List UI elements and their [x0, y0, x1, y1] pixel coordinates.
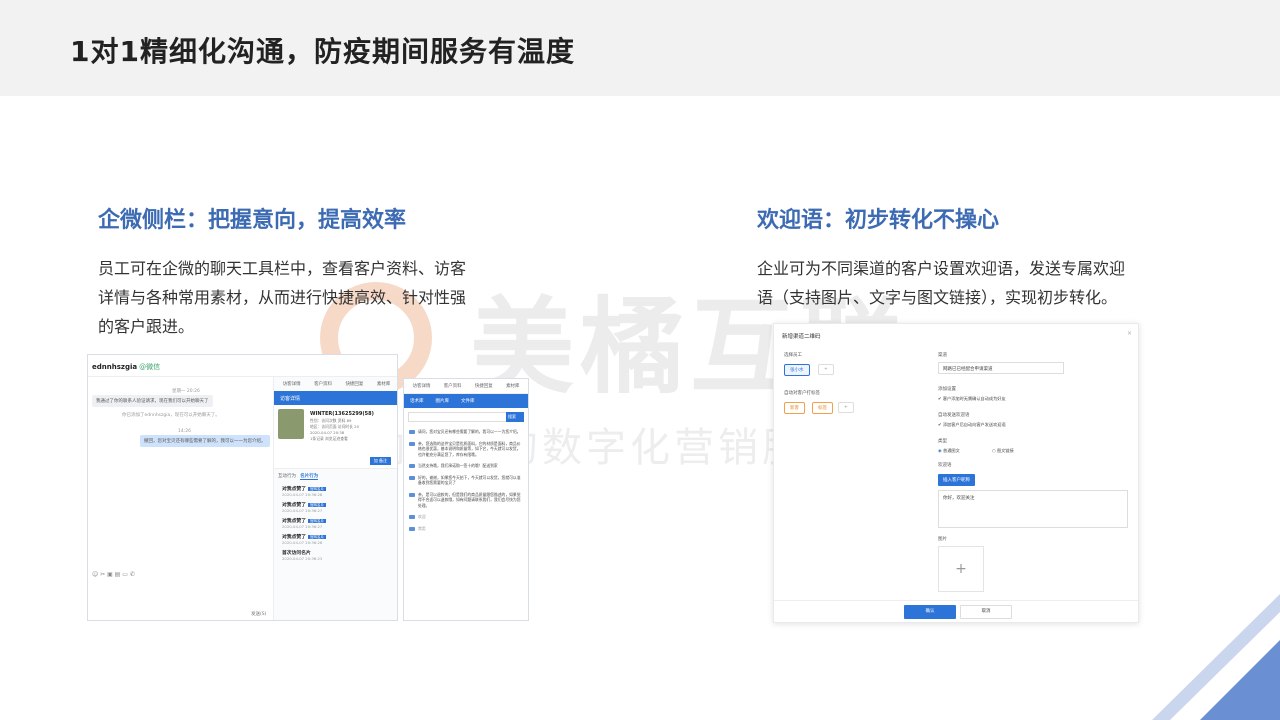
script-item[interactable]: 请问，您对宝贝还有哪些需要了解的，我可以一一为您介绍。	[404, 426, 528, 438]
sidebar-header: 访客详情	[274, 391, 397, 405]
tab-quick-reply[interactable]: 快捷回复	[345, 381, 363, 387]
timeline-item: 对我点赞了 官网名片 2020-04-07 20:36:28	[282, 487, 326, 497]
message-bubble: 我通过了你的联系人验证请求，现在我们可以开始聊天了	[92, 395, 213, 407]
timeline-item: 首次访问名片 2020-04-07 20:36:23	[282, 551, 323, 561]
title-bar: 1对1精细化沟通，防疫期间服务有温度	[0, 0, 1280, 96]
group-item[interactable]: 欢迎	[404, 511, 528, 523]
left-section-desc: 员工可在企微的聊天工具栏中，查看客户资料、访客 详情与各种常用素材，从而进行快捷…	[98, 254, 466, 341]
material-tabs: 访客详情 客户资料 快捷回复 素材库	[404, 379, 528, 394]
left-section-title: 企微侧栏：把握意向，提高效率	[98, 208, 407, 233]
material-subtabs: 话术库 图片库 文件库	[404, 394, 528, 408]
image-label: 图片	[938, 537, 947, 542]
conversation-area: 星期一 20:26 我通过了你的联系人验证请求，现在我们可以开始聊天了 你已添加…	[88, 377, 273, 577]
script-item[interactable]: 亲，是可以退款的，但是我们的商品质量跟您描述的，如果觉得不合适可以退款哦，如有问…	[404, 489, 528, 512]
timeline-item: 对我点赞了 官网名片 2020-04-07 20:36:26	[282, 535, 326, 545]
behavior-timeline: 对我点赞了 官网名片 2020-04-07 20:36:28 对我点赞了 官网名片 20…	[274, 483, 397, 567]
channel-label: 渠道	[938, 353, 947, 358]
add-setting-label: 添加设置	[938, 387, 956, 392]
chat-toolbar[interactable]: ☺ ✂ ▣ ▤ ▭ ✆	[92, 571, 272, 578]
group-item[interactable]: 常用	[404, 523, 528, 535]
staff-label: 选择员工	[784, 353, 802, 358]
welcome-label: 欢迎语	[938, 463, 952, 468]
tab-materials[interactable]: 素材库	[377, 381, 391, 387]
remark-button[interactable]: 加 备注	[369, 457, 391, 465]
search-button[interactable]: 搜索	[506, 412, 524, 422]
script-item[interactable]: 亲，您选购的这件宝贝是优质面料，它的材质是面料，商品价格也很优惠，基本说明和质量…	[404, 438, 528, 461]
visitor-info: 性别：访问次数 资料 89 地区：访问页面 访问时长 20 2020-04-07…	[310, 418, 359, 442]
add-staff-button[interactable]: +	[818, 364, 834, 375]
type-radio-link[interactable]: ○ 图文链接	[992, 448, 1014, 454]
tag-chip[interactable]: 标签	[812, 402, 833, 414]
type-label: 类型	[938, 439, 947, 444]
right-section-title: 欢迎语：初步转化不操心	[757, 208, 1000, 233]
tag-chip[interactable]: 新客	[784, 402, 805, 414]
upload-image-icon[interactable]: +	[938, 546, 984, 592]
tab-file-lib[interactable]: 文件库	[461, 398, 475, 404]
insert-nickname-button[interactable]: 插入客户昵称	[938, 474, 975, 486]
close-icon[interactable]: ×	[1127, 330, 1132, 337]
welcome-textarea[interactable]: 你好，欢迎关注	[938, 490, 1128, 528]
staff-chip[interactable]: 张小水	[784, 364, 810, 376]
script-item[interactable]: 好的，谢谢，如果您今天拍下，今天就可以发货，您就可以准备收到您需要的宝贝了	[404, 472, 528, 489]
form-footer: 确认 取消	[774, 600, 1138, 622]
message-bubble: 撤回，您对宝贝还有哪些需要了解的，我可以一一为您介绍。	[140, 435, 270, 447]
contact-name: ednnhszgia	[92, 363, 138, 371]
tab-visitor[interactable]: 访客详情	[413, 383, 431, 389]
auto-tag-label: 自动对客户打标签	[784, 391, 820, 396]
add-tag-button[interactable]: +	[838, 402, 854, 413]
tab-materials[interactable]: 素材库	[506, 383, 520, 389]
tab-script-lib[interactable]: 话术库	[410, 398, 424, 404]
tab-interaction[interactable]: 互动行为	[278, 474, 296, 479]
avatar	[278, 409, 304, 439]
right-desc-line: 企业可为不同渠道的客户设置欢迎语，发送专属欢迎	[757, 259, 1126, 278]
channel-select[interactable]: 网路已已经配合申请渠道	[938, 362, 1064, 374]
timeline-item: 对我点赞了 官网名片 2020-04-07 20:36:27	[282, 503, 326, 513]
add-setting-checkbox[interactable]: ✔ 客户添加时无需确认自动成为好友	[938, 396, 1006, 402]
auto-invite-checkbox[interactable]: ✔ 添加客户后自动向客户发送欢迎语	[938, 422, 1006, 428]
right-section-desc: 企业可为不同渠道的客户设置欢迎语，发送专属欢迎 语（支持图片、文字与图文链接），…	[757, 254, 1125, 312]
tab-visitor[interactable]: 访客详情	[283, 381, 301, 387]
left-desc-line: 员工可在企微的聊天工具栏中，查看客户资料、访客	[98, 259, 467, 278]
visitor-card: WINTER(13625299(58) 性别：访问次数 资料 89 地区：访问页…	[274, 405, 397, 469]
info-line: 1条记录 浏览足迹查看	[310, 436, 348, 441]
left-desc-line: 的客户跟进。	[98, 317, 195, 336]
timeline-item: 对我点赞了 官网名片 2020-04-07 20:36:27	[282, 519, 326, 529]
left-desc-line: 详情与各种常用素材，从而进行快捷高效、针对性强	[98, 288, 467, 307]
tab-image-lib[interactable]: 图片库	[436, 398, 450, 404]
tab-quick-reply[interactable]: 快捷回复	[475, 383, 493, 389]
corner-decoration	[1152, 594, 1280, 720]
send-button[interactable]: 发送(S)	[251, 611, 266, 617]
form-title: 新增渠道二维码	[782, 334, 821, 340]
confirm-button[interactable]: 确认	[904, 605, 956, 619]
chat-window-screenshot: ednnhszgia @微信 星期一 20:26 我通过了你的联系人验证请求，现在…	[87, 354, 398, 621]
material-search-input[interactable]: 搜索	[408, 412, 524, 422]
script-item[interactable]: 当然支持哦，我们承诺购一签十的哦！配送到家	[404, 460, 528, 472]
system-message: 你已添加了ednnhszgia，现在可以开始聊天了。	[122, 413, 220, 418]
contact-tag: @微信	[139, 363, 161, 371]
visitor-name: WINTER(13625299(58)	[310, 411, 374, 417]
tab-profile[interactable]: 客户资料	[444, 383, 462, 389]
tab-card-behavior[interactable]: 名片行为	[300, 474, 319, 480]
tab-profile[interactable]: 客户资料	[314, 381, 332, 387]
chat-header: ednnhszgia @微信	[88, 355, 397, 377]
cancel-button[interactable]: 取消	[960, 605, 1012, 619]
slide-title: 1对1精细化沟通，防疫期间服务有温度	[70, 35, 575, 68]
sidebar-tabs: 访客详情 客户资料 快捷回复 素材库	[274, 377, 397, 391]
material-panel-screenshot: 访客详情 客户资料 快捷回复 素材库 话术库 图片库 文件库 搜索 请问，您对宝…	[403, 378, 529, 621]
auto-invite-label: 自动发送欢迎语	[938, 413, 970, 418]
qr-form-screenshot: 新增渠道二维码 × 选择员工 张小水 + 自动对客户打标签 新客 标签 + 渠道…	[773, 323, 1139, 623]
type-radio-normal[interactable]: ◉ 普通图文	[938, 448, 960, 454]
behavior-tabs: 互动行为 名片行为	[274, 469, 397, 483]
right-desc-line: 语（支持图片、文字与图文链接），实现初步转化。	[757, 288, 1118, 307]
sidebar-panel: 访客详情 客户资料 快捷回复 素材库 访客详情 WINTER(13625299(…	[273, 377, 397, 620]
